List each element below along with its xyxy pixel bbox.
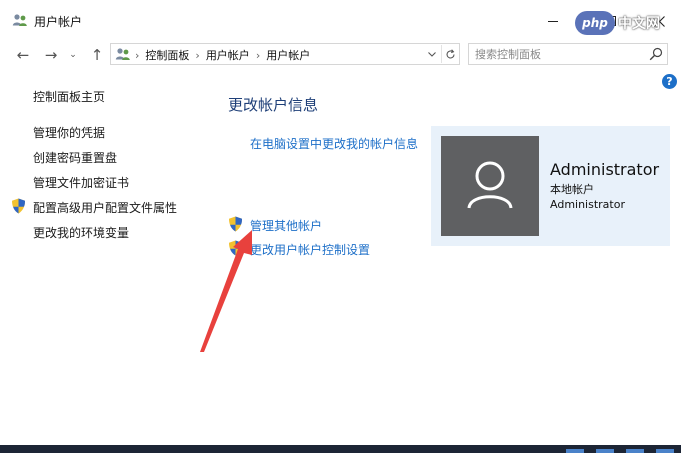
forward-button[interactable]: →	[42, 46, 60, 64]
sidebar-item-encryption-certificates[interactable]: 管理文件加密证书	[33, 174, 129, 191]
account-role: Administrator	[550, 198, 625, 211]
pc-settings-link[interactable]: 在电脑设置中更改我的帐户信息	[250, 136, 418, 153]
refresh-button[interactable]	[441, 45, 458, 63]
account-card: Administrator 本地帐户 Administrator	[431, 126, 670, 246]
up-button[interactable]: ↑	[88, 46, 106, 64]
breadcrumb-user-accounts[interactable]: 用户帐户	[206, 47, 250, 63]
minimize-icon	[548, 20, 558, 22]
breadcrumb-control-panel[interactable]: 控制面板	[145, 47, 189, 63]
recent-locations-button[interactable]: ⌄	[64, 46, 82, 64]
user-icon	[467, 161, 513, 209]
taskbar-item[interactable]	[656, 449, 674, 453]
avatar[interactable]	[441, 136, 539, 236]
refresh-icon	[445, 48, 455, 59]
sidebar-item-environment-variables[interactable]: 更改我的环境变量	[33, 224, 129, 241]
manage-other-accounts-link[interactable]: 管理其他帐户	[250, 217, 322, 234]
breadcrumb-separator: ›	[255, 48, 261, 62]
taskbar-item[interactable]	[566, 449, 584, 453]
watermark-badge: php	[575, 11, 615, 35]
sidebar-item-advanced-profile-properties[interactable]: 配置高级用户配置文件属性	[33, 199, 177, 216]
account-name: Administrator	[550, 160, 660, 179]
site-watermark: php 中文网	[575, 3, 681, 43]
search-box[interactable]	[468, 43, 668, 65]
account-type: 本地帐户	[550, 183, 594, 196]
search-icon[interactable]	[649, 47, 663, 61]
shield-icon	[12, 198, 25, 214]
chevron-down-icon	[428, 51, 436, 57]
watermark-text: 中文网	[618, 16, 660, 32]
search-input[interactable]	[475, 46, 635, 62]
breadcrumb-user-accounts-current[interactable]: 用户帐户	[266, 47, 310, 63]
control-panel-icon	[115, 48, 130, 60]
breadcrumb-separator: ›	[135, 48, 140, 62]
sidebar-item-manage-credentials[interactable]: 管理你的凭据	[33, 124, 105, 141]
back-button[interactable]: ←	[14, 46, 32, 64]
window-title: 用户帐户	[34, 15, 83, 29]
sidebar-item-create-reset-disk[interactable]: 创建密码重置盘	[33, 149, 117, 166]
address-bar[interactable]: › 控制面板 › 用户帐户 › 用户帐户	[110, 43, 460, 65]
breadcrumb-separator: ›	[195, 48, 200, 62]
help-icon[interactable]: ?	[662, 74, 677, 89]
address-dropdown-button[interactable]	[425, 46, 439, 62]
shield-icon	[229, 240, 242, 256]
minimize-button[interactable]	[530, 6, 576, 36]
uac-settings-link[interactable]: 更改用户帐户控制设置	[250, 241, 370, 258]
taskbar-item[interactable]	[596, 449, 614, 453]
page-title: 更改帐户信息	[228, 96, 319, 114]
users-icon	[12, 14, 27, 26]
breadcrumb: › 控制面板 › 用户帐户 › 用户帐户	[135, 47, 310, 63]
taskbar-item[interactable]	[626, 449, 644, 453]
shield-icon	[229, 216, 242, 232]
user-accounts-window: 用户帐户 ← → ⌄ ↑ › 控制面板 › 用户帐户 › 用户帐户 搜索控制面板…	[0, 0, 681, 445]
sidebar-item-control-panel-home[interactable]: 控制面板主页	[33, 88, 105, 105]
